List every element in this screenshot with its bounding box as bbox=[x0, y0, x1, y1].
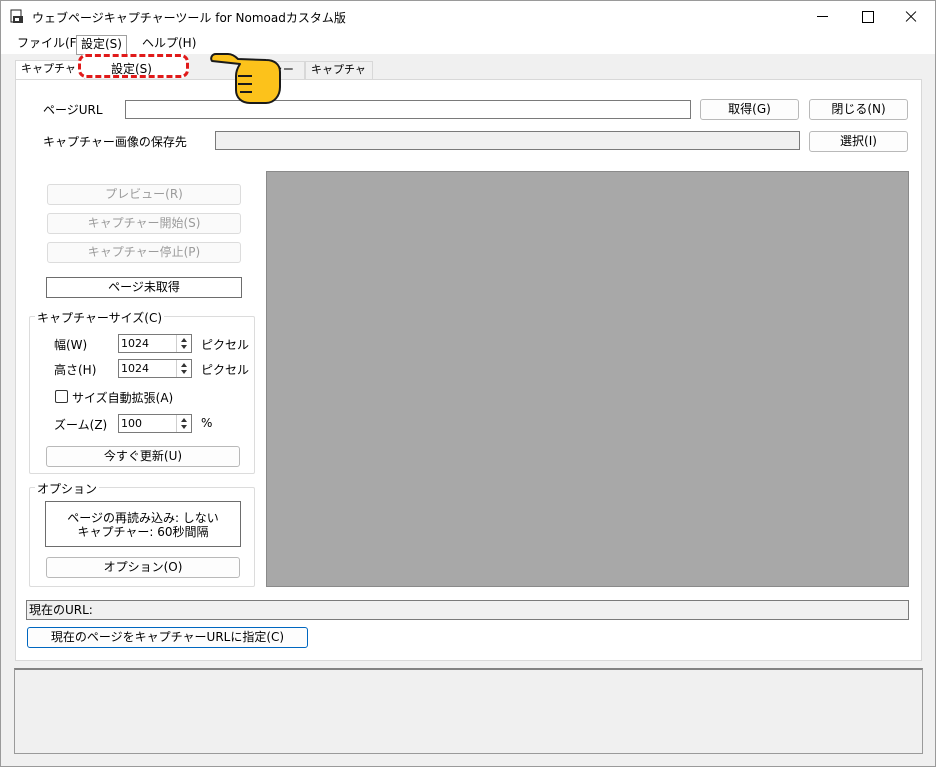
menu-bar: ファイル(F) 設定(S) ヘルプ(H) bbox=[1, 32, 935, 55]
width-stepper[interactable]: 1024 bbox=[118, 334, 192, 353]
capture-size-title: キャプチャーサイズ(C) bbox=[35, 309, 165, 326]
zoom-unit: % bbox=[201, 416, 213, 430]
options-title: オプション bbox=[35, 480, 100, 497]
title-bar: ウェブページキャプチャーツール for Nomoadカスタム版 bbox=[1, 1, 935, 32]
reload-setting-text: ページの再読み込み: しない bbox=[67, 511, 219, 525]
preview-button[interactable]: プレビュー(R) bbox=[47, 184, 241, 205]
close-window-button[interactable] bbox=[888, 1, 934, 32]
width-unit: ピクセル bbox=[201, 338, 250, 352]
tab-capture-1[interactable]: キャプチャー bbox=[15, 60, 85, 91]
width-value: 1024 bbox=[121, 337, 149, 350]
capture-stop-button[interactable]: キャプチャー停止(P) bbox=[47, 242, 241, 263]
spin-arrows-icon[interactable] bbox=[176, 335, 191, 352]
options-summary: ページの再読み込み: しない キャプチャー: 60秒間隔 bbox=[45, 501, 241, 547]
settings-dropdown: 設定(S) bbox=[78, 54, 189, 78]
height-unit: ピクセル bbox=[201, 363, 250, 377]
close-button[interactable]: 閉じる(N) bbox=[809, 99, 908, 120]
capture-start-button[interactable]: キャプチャー開始(S) bbox=[47, 213, 241, 234]
auto-expand-label: サイズ自動拡張(A) bbox=[72, 391, 174, 405]
window-title: ウェブページキャプチャーツール for Nomoadカスタム版 bbox=[32, 11, 346, 25]
pointing-hand-icon bbox=[210, 53, 281, 104]
log-area bbox=[14, 668, 923, 754]
menu-file[interactable]: ファイル(F) bbox=[13, 35, 85, 54]
menu-help[interactable]: ヘルプ(H) bbox=[138, 35, 200, 54]
app-window: ウェブページキャプチャーツール for Nomoadカスタム版 ファイル(F) … bbox=[0, 0, 936, 767]
height-label: 高さ(H) bbox=[54, 363, 97, 377]
auto-expand-checkbox[interactable] bbox=[55, 390, 68, 403]
capture-interval-text: キャプチャー: 60秒間隔 bbox=[77, 525, 209, 539]
height-stepper[interactable]: 1024 bbox=[118, 359, 192, 378]
maximize-button[interactable] bbox=[844, 1, 890, 32]
select-folder-button[interactable]: 選択(I) bbox=[809, 131, 908, 152]
options-button[interactable]: オプション(O) bbox=[46, 557, 240, 578]
fetch-button[interactable]: 取得(G) bbox=[700, 99, 799, 120]
set-capture-url-button[interactable]: 現在のページをキャプチャーURLに指定(C) bbox=[27, 627, 308, 648]
menu-settings[interactable]: 設定(S) bbox=[76, 35, 127, 55]
dropdown-settings-item[interactable]: 設定(S) bbox=[111, 60, 152, 77]
current-url-field: 現在のURL: bbox=[26, 600, 909, 620]
url-label: ページURL bbox=[43, 103, 103, 117]
app-icon bbox=[10, 9, 23, 23]
update-now-button[interactable]: 今すぐ更新(U) bbox=[46, 446, 240, 467]
save-path-label: キャプチャー画像の保存先 bbox=[43, 135, 187, 149]
page-status: ページ未取得 bbox=[46, 277, 242, 298]
minimize-button[interactable] bbox=[800, 1, 846, 32]
height-value: 1024 bbox=[121, 362, 149, 375]
width-label: 幅(W) bbox=[54, 338, 88, 352]
save-path-input[interactable] bbox=[215, 131, 800, 150]
preview-area bbox=[266, 171, 909, 587]
spin-arrows-icon[interactable] bbox=[176, 360, 191, 377]
zoom-stepper[interactable]: 100 bbox=[118, 414, 192, 433]
tab-capture-5[interactable]: キャプチャー5 bbox=[305, 61, 373, 92]
spin-arrows-icon[interactable] bbox=[176, 415, 191, 432]
zoom-label: ズーム(Z) bbox=[54, 418, 108, 432]
zoom-value: 100 bbox=[121, 417, 142, 430]
